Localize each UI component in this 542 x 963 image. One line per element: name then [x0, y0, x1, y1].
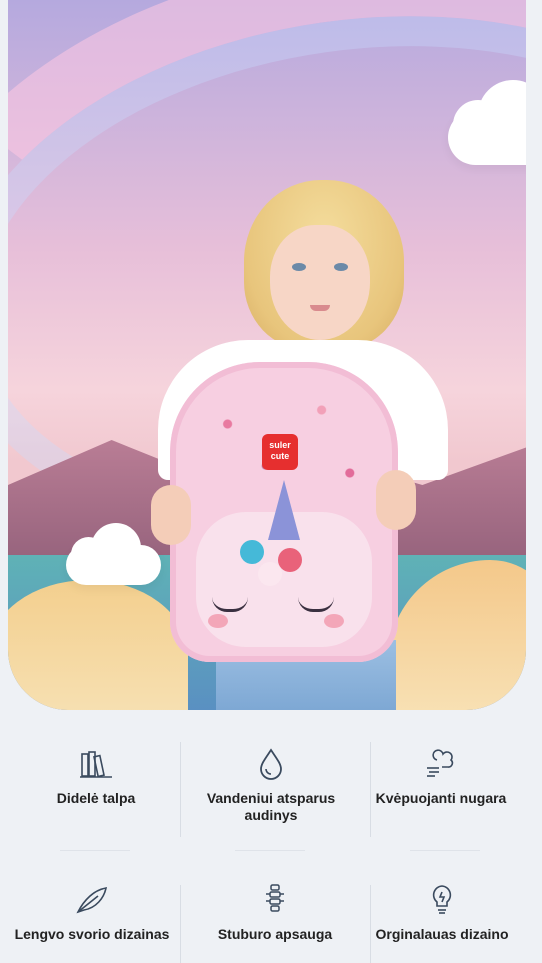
feature-spine: Stuburo apsauga — [185, 882, 365, 943]
water-drop-icon — [260, 748, 282, 780]
books-icon — [80, 751, 112, 778]
brand-logo: suler cute — [262, 434, 298, 470]
mouth — [310, 305, 330, 311]
brand-logo-line2: cute — [270, 451, 290, 461]
hand-right — [376, 470, 416, 530]
eye-right — [334, 263, 348, 271]
divider — [410, 850, 480, 851]
feature-label: Orginalauas dizaino — [375, 926, 509, 942]
feature-label: Kvėpuojanti nugara — [375, 790, 507, 806]
girl-face — [270, 225, 370, 340]
feature-capacity: Didelė talpa — [6, 746, 186, 807]
feature-label: Vandeniui atsparus audinys — [206, 790, 336, 823]
feather-icon — [76, 887, 108, 914]
feature-original-design: Orginalauas dizaino — [352, 882, 532, 943]
unicorn-backpack: suler cute — [170, 362, 398, 662]
feature-label: Didelė talpa — [56, 790, 136, 806]
feature-label: Stuburo apsauga — [217, 926, 333, 942]
feature-lightweight: Lengvo svorio dizainas — [2, 882, 182, 943]
wind-icon — [427, 749, 454, 777]
feature-breathable: Kvėpuojanti nugara — [351, 746, 531, 807]
flower-red — [278, 548, 302, 572]
brand-logo-line1: suler — [269, 440, 291, 450]
lightbulb-icon — [432, 885, 452, 914]
features-grid: Didelė talpa Vandeniui atsparus audinys … — [0, 730, 542, 963]
eye-left — [292, 263, 306, 271]
feature-waterproof: Vandeniui atsparus audinys — [181, 746, 361, 824]
unicorn-cheek-right — [324, 614, 344, 628]
hand-left — [151, 485, 191, 545]
divider — [235, 850, 305, 851]
unicorn-cheek-left — [208, 614, 228, 628]
cloud-right — [448, 80, 526, 165]
flower-blue — [240, 540, 264, 564]
feature-label: Lengvo svorio dizainas — [14, 926, 170, 942]
divider — [60, 850, 130, 851]
hero-image: suler cute — [8, 0, 526, 710]
flower-white — [258, 562, 282, 586]
cloud-left — [66, 523, 161, 585]
unicorn-horn — [268, 480, 300, 540]
spine-icon — [266, 884, 284, 912]
